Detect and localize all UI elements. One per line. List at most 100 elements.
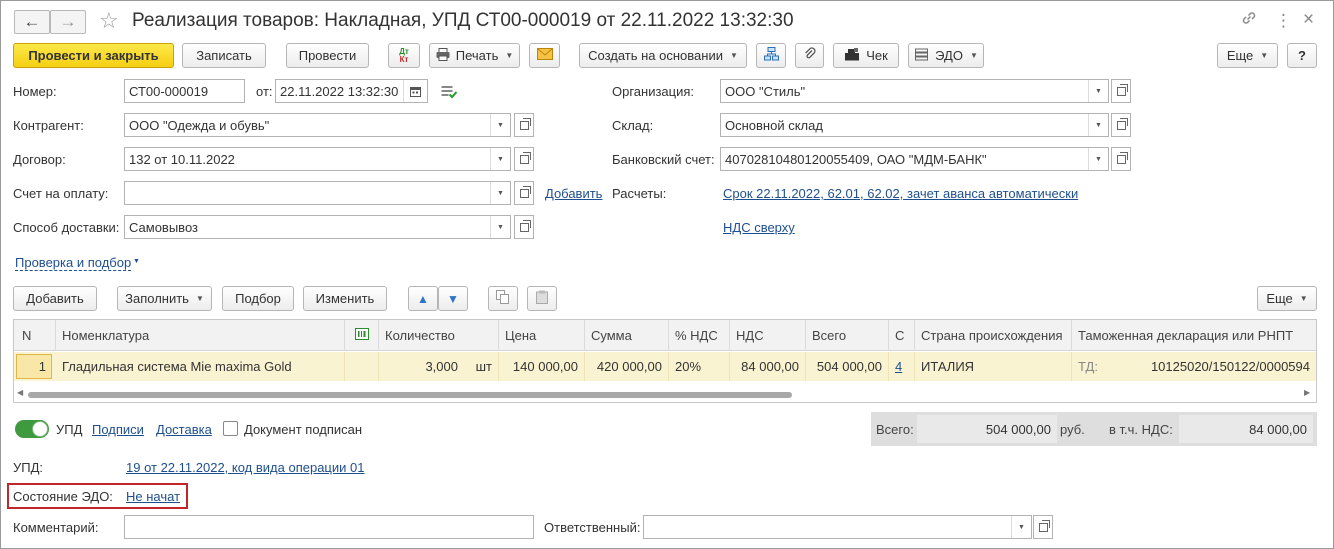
open-responsible-button[interactable] bbox=[1033, 515, 1053, 539]
save-button[interactable]: Записать bbox=[182, 43, 266, 68]
fill-button[interactable]: Заполнить ▼ bbox=[117, 286, 212, 311]
receipt-button[interactable]: Чек bbox=[833, 43, 899, 68]
post-and-close-button[interactable]: Провести и закрыть bbox=[13, 43, 174, 68]
warehouse-field[interactable]: Основной склад ▼ bbox=[720, 113, 1109, 137]
cell-unit[interactable]: шт bbox=[464, 352, 499, 381]
favorite-star-icon[interactable]: ☆ bbox=[99, 8, 119, 34]
delivery-field[interactable]: Самовывоз ▼ bbox=[124, 215, 511, 239]
cell-item[interactable]: Гладильная система Mie maxima Gold bbox=[56, 352, 302, 381]
table-more-button[interactable]: Еще ▼ bbox=[1257, 286, 1317, 311]
paperclip-icon bbox=[804, 47, 816, 64]
calendar-icon[interactable] bbox=[403, 80, 427, 102]
table-row[interactable]: 1 Гладильная система Mie maxima Gold 3,0… bbox=[14, 352, 1316, 381]
help-button[interactable]: ? bbox=[1287, 43, 1317, 68]
cell-customs-prefix[interactable]: ТД: bbox=[1072, 352, 1132, 381]
counterparty-field[interactable]: ООО "Одежда и обувь" ▼ bbox=[124, 113, 511, 137]
cell-vat-rate[interactable]: 20% bbox=[669, 352, 730, 381]
cell-customs[interactable]: 10125020/150122/0000594 bbox=[1132, 352, 1316, 381]
contract-field[interactable]: 132 от 10.11.2022 ▼ bbox=[124, 147, 511, 171]
vat-mode-link[interactable]: НДС сверху bbox=[723, 220, 795, 235]
upd-link[interactable]: 19 от 22.11.2022, код вида операции 01 bbox=[126, 460, 364, 475]
open-delivery-button[interactable] bbox=[514, 215, 534, 239]
col-marking[interactable] bbox=[345, 320, 379, 351]
more-button[interactable]: Еще ▼ bbox=[1217, 43, 1278, 68]
create-based-button[interactable]: Создать на основании ▼ bbox=[579, 43, 747, 68]
open-invoice-button[interactable] bbox=[514, 181, 534, 205]
col-c[interactable]: С bbox=[889, 320, 915, 351]
dtkt-button[interactable]: Дт Кт bbox=[388, 43, 420, 68]
selection-button[interactable]: Подбор bbox=[222, 286, 294, 311]
bank-account-field[interactable]: 40702810480120055409, ОАО "МДМ-БАНК" ▼ bbox=[720, 147, 1109, 171]
col-vat[interactable]: НДС bbox=[730, 320, 806, 351]
cell-vat[interactable]: 84 000,00 bbox=[730, 352, 806, 381]
chevron-down-icon[interactable]: ▼ bbox=[1088, 148, 1108, 170]
cell-price[interactable]: 140 000,00 bbox=[499, 352, 585, 381]
add-invoice-link[interactable]: Добавить bbox=[545, 186, 602, 201]
col-price[interactable]: Цена bbox=[499, 320, 585, 351]
horizontal-scrollbar[interactable]: ◀ ▶ bbox=[14, 384, 1316, 402]
check-selection-link[interactable]: Проверка и подбор bbox=[15, 255, 132, 271]
chevron-down-icon[interactable]: ▼ bbox=[1088, 80, 1108, 102]
organization-field[interactable]: ООО "Стиль" ▼ bbox=[720, 79, 1109, 103]
email-button[interactable] bbox=[529, 43, 560, 68]
open-contract-button[interactable] bbox=[514, 147, 534, 171]
more-icon[interactable]: ⋮ bbox=[1275, 11, 1292, 31]
chevron-down-icon[interactable]: ▼ bbox=[1088, 114, 1108, 136]
col-n[interactable]: N bbox=[14, 320, 56, 351]
edo-button[interactable]: ЭДО ▼ bbox=[908, 43, 984, 68]
attach-button[interactable] bbox=[795, 43, 824, 68]
cell-total[interactable]: 504 000,00 bbox=[806, 352, 889, 381]
paste-row-button[interactable] bbox=[527, 286, 557, 311]
settlements-link[interactable]: Срок 22.11.2022, 62.01, 62.02, зачет ава… bbox=[723, 186, 1078, 201]
col-qty[interactable]: Количество bbox=[379, 320, 499, 351]
back-button[interactable]: ← bbox=[14, 10, 50, 34]
signed-checkbox[interactable] bbox=[223, 421, 238, 436]
col-item[interactable]: Номенклатура bbox=[56, 320, 345, 351]
comment-field[interactable] bbox=[124, 515, 534, 539]
chevron-down-icon[interactable]: ▼ bbox=[490, 216, 510, 238]
open-organization-button[interactable] bbox=[1111, 79, 1131, 103]
chevron-down-icon[interactable]: ▼ bbox=[490, 148, 510, 170]
cell-country[interactable]: ИТАЛИЯ bbox=[915, 352, 1072, 381]
post-button[interactable]: Провести bbox=[286, 43, 369, 68]
edit-button[interactable]: Изменить bbox=[303, 286, 387, 311]
delivery-link[interactable]: Доставка bbox=[156, 422, 212, 437]
close-icon[interactable]: × bbox=[1303, 9, 1314, 31]
structure-button[interactable] bbox=[756, 43, 786, 68]
move-up-button[interactable]: ▲ bbox=[408, 286, 438, 311]
print-button[interactable]: Печать ▼ bbox=[429, 43, 520, 68]
cell-n[interactable]: 1 bbox=[16, 354, 52, 379]
add-row-button[interactable]: Добавить bbox=[13, 286, 97, 311]
signatures-link[interactable]: Подписи bbox=[92, 422, 144, 437]
cell-marking[interactable] bbox=[345, 352, 379, 381]
upd-toggle[interactable] bbox=[15, 420, 49, 438]
scroll-right-icon[interactable]: ▶ bbox=[1304, 388, 1310, 397]
open-warehouse-button[interactable] bbox=[1111, 113, 1131, 137]
chevron-down-icon[interactable]: ▼ bbox=[490, 182, 510, 204]
edo-state-link[interactable]: Не начат bbox=[126, 489, 180, 504]
cell-item-extra[interactable] bbox=[302, 352, 345, 381]
col-total[interactable]: Всего bbox=[806, 320, 889, 351]
open-bank-account-button[interactable] bbox=[1111, 147, 1131, 171]
chevron-down-icon[interactable]: ▼ bbox=[1011, 516, 1031, 538]
scroll-left-icon[interactable]: ◀ bbox=[17, 388, 23, 397]
invoice-field[interactable]: ▼ bbox=[124, 181, 511, 205]
cell-c-link[interactable]: 4 bbox=[889, 352, 915, 381]
col-customs[interactable]: Таможенная декларация или РНПТ bbox=[1072, 320, 1316, 351]
arrow-left-icon: ← bbox=[23, 12, 41, 31]
scrollbar-thumb[interactable] bbox=[28, 392, 792, 398]
link-icon[interactable] bbox=[1241, 10, 1257, 31]
move-down-button[interactable]: ▼ bbox=[438, 286, 468, 311]
col-sum[interactable]: Сумма bbox=[585, 320, 669, 351]
copy-row-button[interactable] bbox=[488, 286, 518, 311]
forward-button[interactable]: → bbox=[50, 10, 86, 34]
number-field[interactable]: СТ00-000019 bbox=[124, 79, 245, 103]
responsible-field[interactable]: ▼ bbox=[643, 515, 1032, 539]
chevron-down-icon[interactable]: ▼ bbox=[490, 114, 510, 136]
col-country[interactable]: Страна происхождения bbox=[915, 320, 1072, 351]
cell-qty[interactable]: 3,000 bbox=[379, 352, 464, 381]
col-vat-rate[interactable]: % НДС bbox=[669, 320, 730, 351]
cell-sum[interactable]: 420 000,00 bbox=[585, 352, 669, 381]
open-counterparty-button[interactable] bbox=[514, 113, 534, 137]
date-field[interactable]: 22.11.2022 13:32:30 bbox=[275, 79, 428, 103]
